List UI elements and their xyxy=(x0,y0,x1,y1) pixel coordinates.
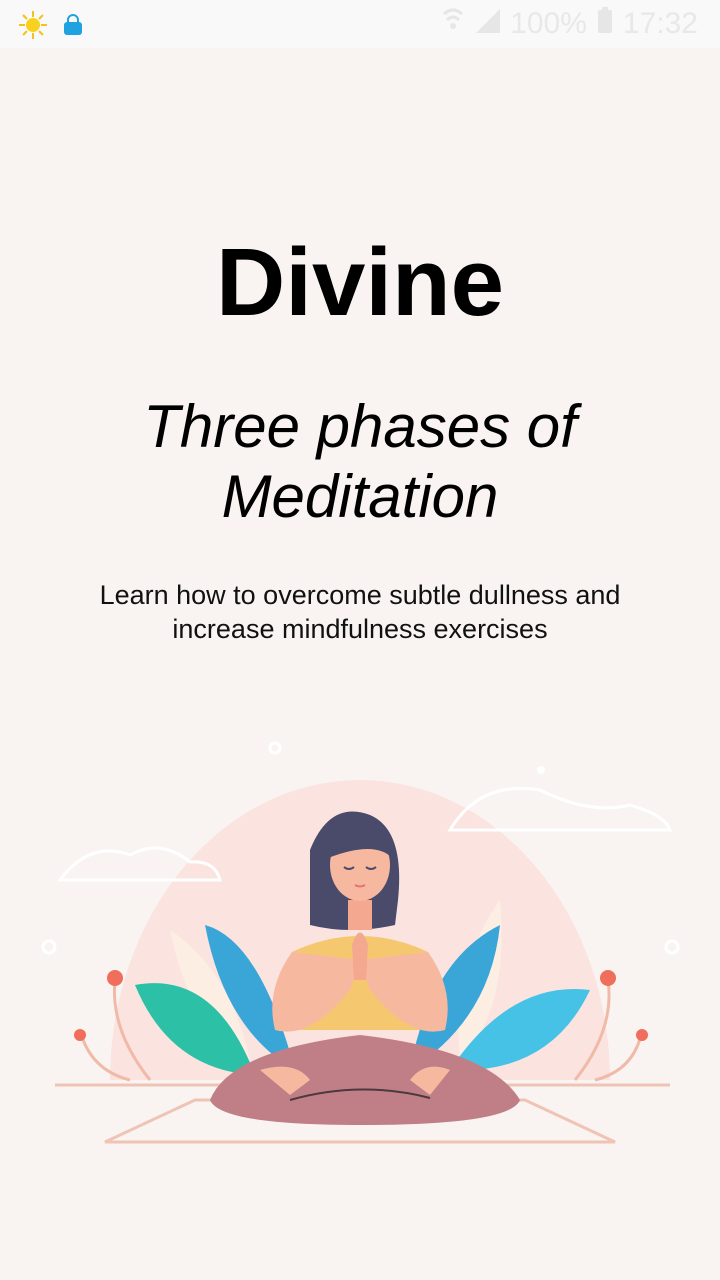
status-left xyxy=(18,10,84,45)
berry xyxy=(107,970,123,986)
praying-hands xyxy=(352,932,368,980)
berry xyxy=(636,1029,648,1041)
app-title: Divine xyxy=(215,229,505,336)
berry xyxy=(600,970,616,986)
battery-icon xyxy=(597,7,613,41)
description-line-2: increase mindfulness exercises xyxy=(172,614,548,644)
sparkle xyxy=(41,939,57,955)
status-bar: 100% 17:32 xyxy=(0,0,720,48)
wifi-icon xyxy=(442,6,464,42)
sparkle xyxy=(268,741,282,755)
sun-icon xyxy=(18,10,48,45)
shopping-bag-icon xyxy=(62,14,84,41)
battery-label: 100% xyxy=(510,7,587,40)
meditation-illustration xyxy=(41,741,680,1144)
subtitle-line-2: Meditation xyxy=(221,463,499,530)
sparkle xyxy=(664,939,680,955)
berry xyxy=(74,1029,86,1041)
description-line-1: Learn how to overcome subtle dullness an… xyxy=(99,580,621,610)
subtitle-line-1: Three phases of xyxy=(143,393,577,460)
subtitle: Three phases of Meditation xyxy=(110,392,610,532)
description: Learn how to overcome subtle dullness an… xyxy=(60,578,660,646)
status-right: 100% 17:32 xyxy=(442,6,698,42)
clock: 17:32 xyxy=(622,7,698,40)
sparkle xyxy=(537,766,545,774)
signal-icon xyxy=(474,7,501,41)
neck xyxy=(348,900,372,930)
